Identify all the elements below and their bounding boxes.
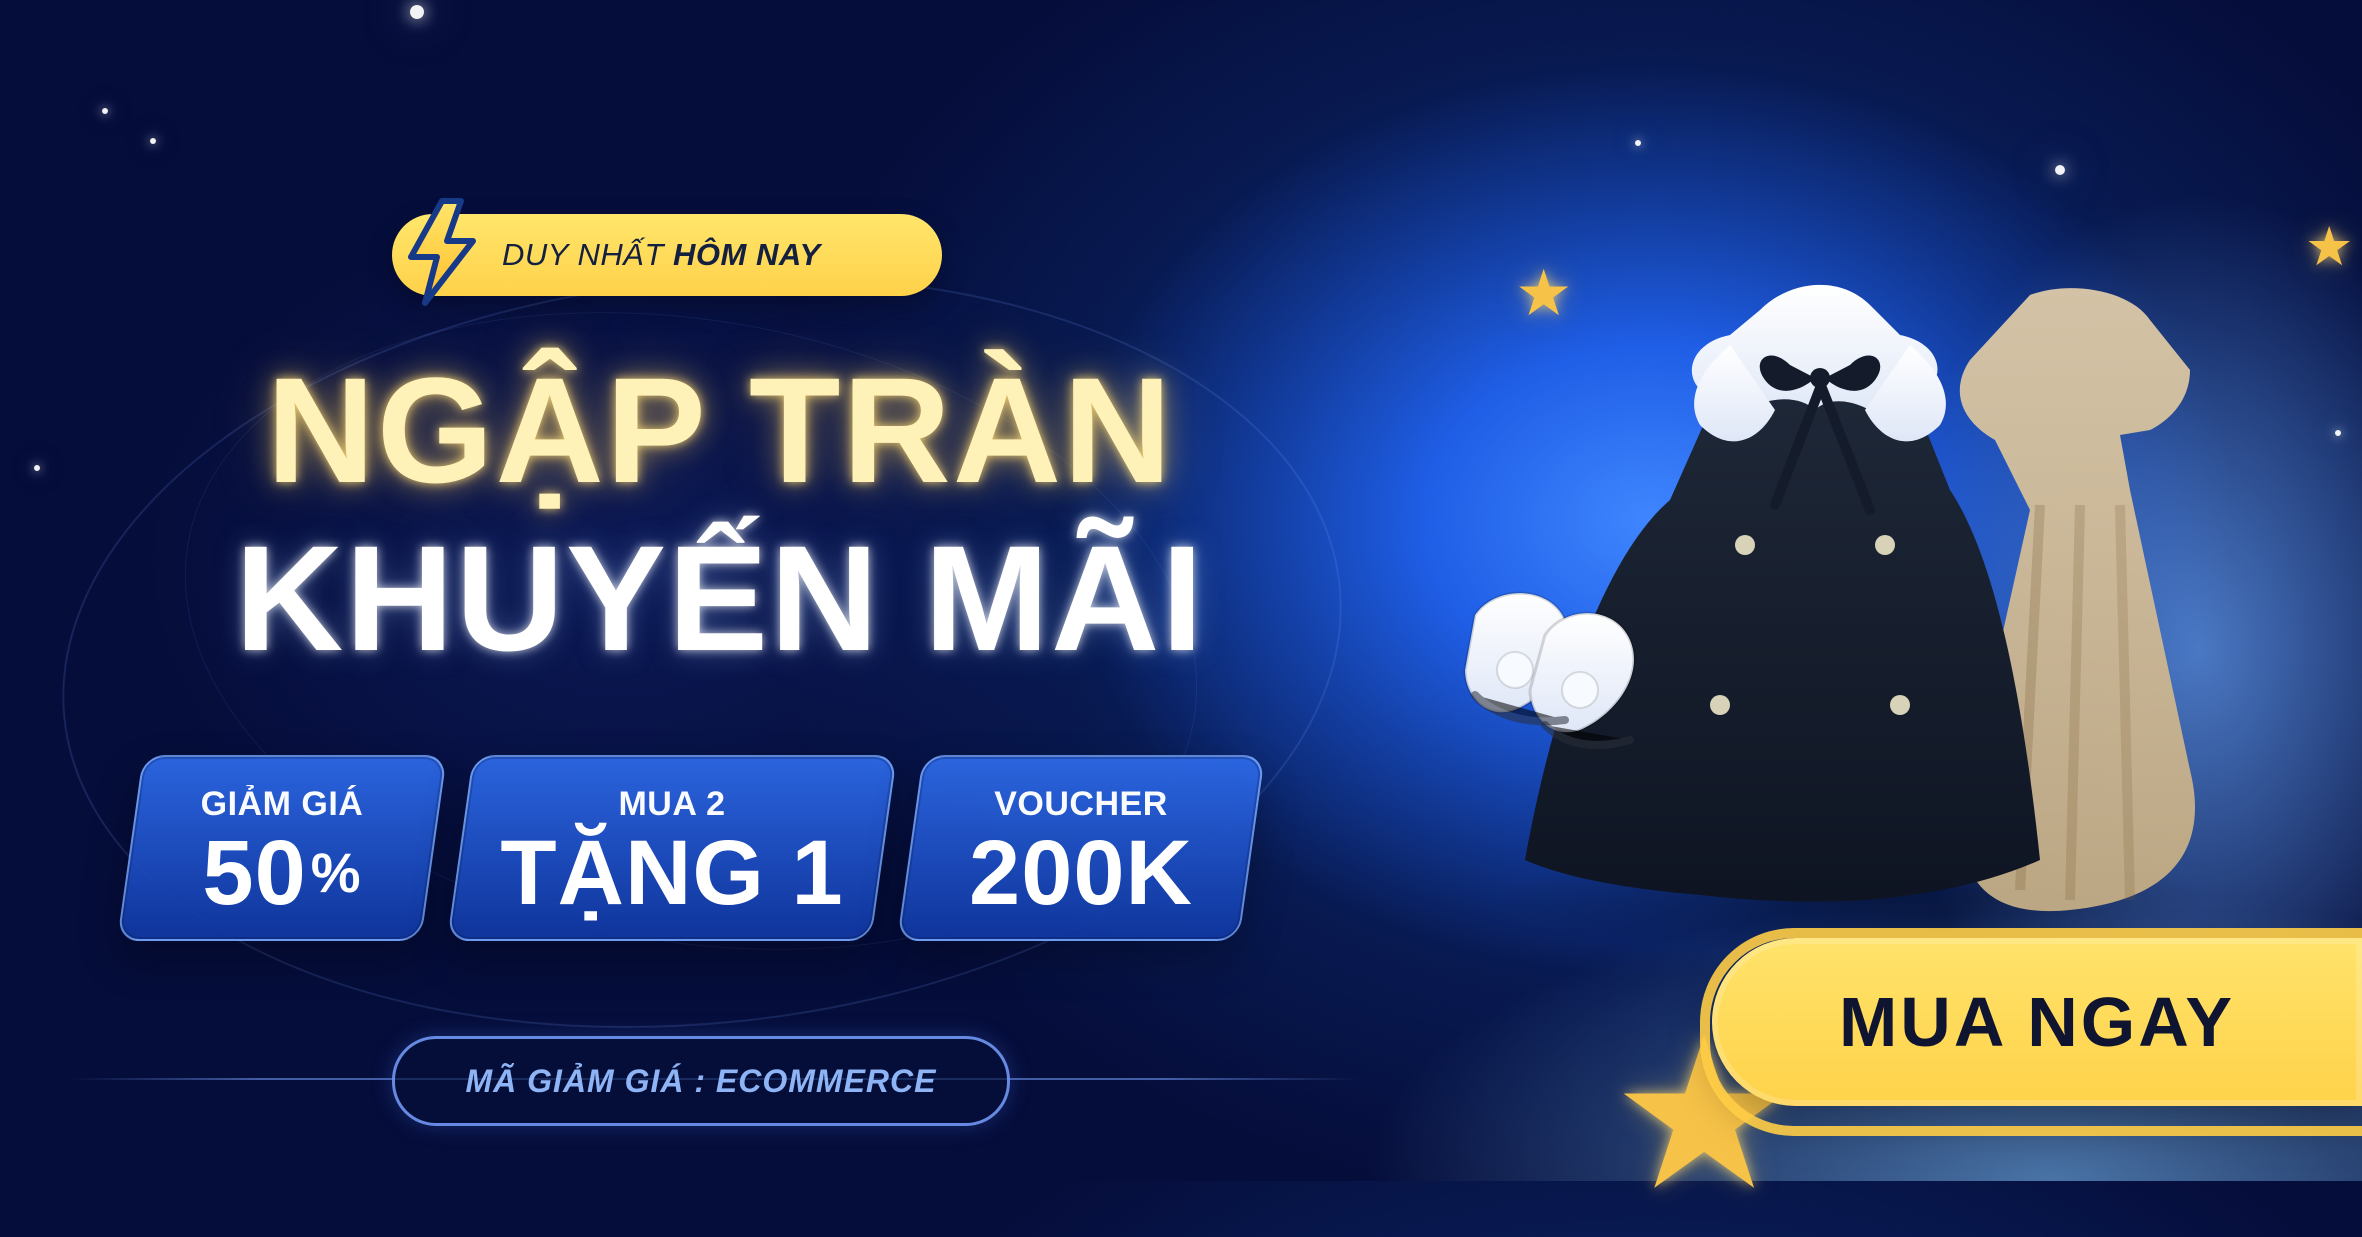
sparkle [34, 465, 40, 471]
coupon-code-text: MÃ GIẢM GIÁ : ECOMMERCE [465, 1062, 937, 1099]
promo-tag-bold: HÔM NAY [673, 237, 821, 272]
sparkle [2335, 430, 2341, 436]
buy-now-button[interactable]: MUA NGAY [1700, 928, 2362, 1136]
lightning-bolt-icon [382, 192, 502, 312]
offer-card-discount: GIẢM GIÁ 50% [116, 755, 448, 941]
sparkle [150, 138, 156, 144]
headline-line-2: KHUYẾN MÃI [234, 514, 1206, 682]
offer-card-discount-top: GIẢM GIÁ [200, 784, 364, 823]
offer-card-voucher: VOUCHER 200K [896, 755, 1266, 941]
offer-card-buy2get1-value: TẶNG 1 [500, 821, 844, 924]
offer-card-discount-suffix: % [310, 840, 362, 904]
promo-tag-normal: DUY NHẤT [502, 237, 664, 272]
coupon-code-pill: MÃ GIẢM GIÁ : ECOMMERCE [392, 1036, 1010, 1126]
product-illustration [1430, 250, 2330, 955]
headline-line-1: NGẬP TRÀN [266, 346, 1174, 514]
sparkle [1635, 140, 1641, 146]
offer-card-discount-value: 50% [202, 822, 362, 924]
promo-tag-text: DUY NHẤT HÔM NAY [502, 237, 821, 273]
sparkle [2055, 165, 2065, 175]
offer-card-buy2get1: MUA 2 TẶNG 1 [446, 755, 898, 941]
headline: NGẬP TRÀN KHUYẾN MÃI [160, 355, 1280, 673]
offer-cards: GIẢM GIÁ 50% MUA 2 TẶNG 1 VOUCHER 200K [116, 755, 1266, 941]
gold-star-icon: ★ [1515, 257, 1573, 331]
sparkle [410, 5, 424, 19]
offer-card-buy2get1-top: MUA 2 [618, 784, 726, 823]
offer-card-discount-number: 50 [202, 821, 307, 924]
gold-star-icon: ★ [2305, 215, 2354, 278]
coupon-row: MÃ GIẢM GIÁ : ECOMMERCE [70, 1033, 1360, 1126]
buy-now-label: MUA NGAY [1838, 983, 2236, 1061]
offer-card-voucher-top: VOUCHER [994, 784, 1168, 823]
promo-tag: DUY NHẤT HÔM NAY [392, 198, 942, 306]
offer-card-voucher-value: 200K [969, 821, 1193, 924]
sparkle [102, 108, 108, 114]
